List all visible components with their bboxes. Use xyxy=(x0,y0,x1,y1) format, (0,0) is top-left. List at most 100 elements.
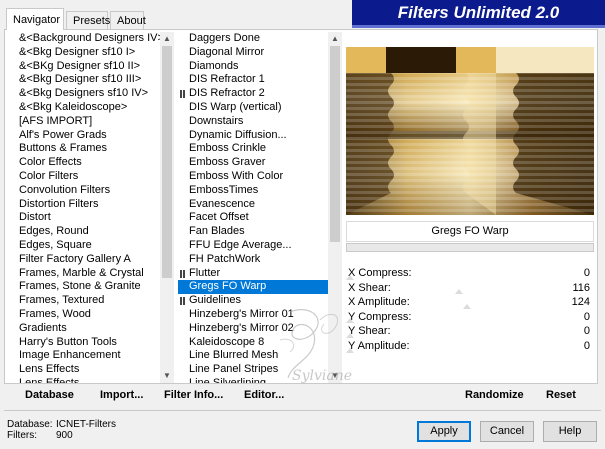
filter-info-button[interactable]: Filter Info... xyxy=(164,389,223,401)
category-list-scrollbar[interactable]: ▲ ▼ xyxy=(160,32,174,383)
category-item[interactable]: &<Bkg Designer sf10 III> xyxy=(11,73,174,87)
filter-item[interactable]: Emboss Crinkle xyxy=(178,142,342,156)
parameter-row[interactable]: Y Compress: 0 xyxy=(346,310,594,325)
parameter-slider[interactable] xyxy=(346,347,594,354)
filter-item-label: DIS Refractor 2 xyxy=(189,87,265,100)
category-item[interactable]: Harry's Button Tools xyxy=(11,336,174,350)
filters-count-value: 900 xyxy=(56,430,73,441)
slider-knob-icon[interactable] xyxy=(462,303,471,309)
category-item[interactable]: &<BKg Designer sf10 II> xyxy=(11,60,174,74)
cancel-button[interactable]: Cancel xyxy=(480,421,534,442)
filter-item[interactable]: Guidelines xyxy=(178,294,342,308)
category-item[interactable]: &<Bkg Designers sf10 IV> xyxy=(11,87,174,101)
category-item[interactable]: Color Effects xyxy=(11,156,174,170)
filter-item[interactable]: Evanescence xyxy=(178,198,342,212)
app-title-banner: Filters Unlimited 2.0 xyxy=(352,0,605,28)
category-item[interactable]: Frames, Textured xyxy=(11,294,174,308)
filter-item[interactable]: Fan Blades xyxy=(178,225,342,239)
filter-item-label: Gregs FO Warp xyxy=(189,280,267,293)
scroll-up-icon[interactable]: ▲ xyxy=(160,32,174,46)
category-item[interactable]: Lens Effects xyxy=(11,377,174,383)
filter-item[interactable]: EmbossTimes xyxy=(178,184,342,198)
filter-item[interactable]: Diamonds xyxy=(178,60,342,74)
filter-item[interactable]: Emboss Graver xyxy=(178,156,342,170)
parameter-row[interactable]: Y Amplitude: 0 xyxy=(346,339,594,354)
database-button[interactable]: Database xyxy=(25,389,74,401)
parameter-row[interactable]: X Amplitude: 124 xyxy=(346,295,594,310)
slider-knob-icon[interactable] xyxy=(346,318,354,324)
filter-item[interactable]: Line Silverlining xyxy=(178,377,342,383)
filter-item[interactable]: DIS Refractor 2 xyxy=(178,87,342,101)
category-item[interactable]: Edges, Square xyxy=(11,239,174,253)
slider-knob-icon[interactable] xyxy=(346,274,354,280)
scroll-thumb[interactable] xyxy=(162,46,172,278)
filter-item[interactable]: Line Blurred Mesh xyxy=(178,349,342,363)
scroll-thumb[interactable] xyxy=(330,46,340,242)
category-item[interactable]: Frames, Wood xyxy=(11,308,174,322)
category-item[interactable]: Alf's Power Grads xyxy=(11,129,174,143)
filter-item[interactable]: Hinzeberg's Mirror 01 xyxy=(178,308,342,322)
filter-item[interactable]: FFU Edge Average... xyxy=(178,239,342,253)
filter-item[interactable]: Line Panel Stripes xyxy=(178,363,342,377)
filter-item[interactable]: Dynamic Diffusion... xyxy=(178,129,342,143)
category-item[interactable]: Gradients xyxy=(11,322,174,336)
category-item[interactable]: Distortion Filters xyxy=(11,198,174,212)
filter-item[interactable]: DIS Refractor 1 xyxy=(178,73,342,87)
category-item[interactable]: [AFS IMPORT] xyxy=(11,115,174,129)
filter-item-label: Flutter xyxy=(189,266,221,279)
filter-group-icon xyxy=(180,297,185,306)
filter-item-label: FFU Edge Average... xyxy=(189,238,292,251)
apply-button[interactable]: Apply xyxy=(417,421,471,442)
filter-item[interactable]: Flutter xyxy=(178,267,342,281)
category-item[interactable]: Lens Effects xyxy=(11,363,174,377)
category-item[interactable]: Convolution Filters xyxy=(11,184,174,198)
filter-group-icon xyxy=(180,90,185,99)
randomize-button[interactable]: Randomize xyxy=(465,389,524,401)
scroll-up-icon[interactable]: ▲ xyxy=(328,32,342,46)
slider-knob-icon[interactable] xyxy=(346,332,354,338)
category-item[interactable]: Buttons & Frames xyxy=(11,142,174,156)
parameter-row[interactable]: X Compress: 0 xyxy=(346,266,594,281)
parameter-row[interactable]: Y Shear: 0 xyxy=(346,324,594,339)
import-button[interactable]: Import... xyxy=(100,389,143,401)
filter-item[interactable]: Daggers Done xyxy=(178,32,342,46)
slider-knob-icon[interactable] xyxy=(346,347,354,353)
database-label: Database: xyxy=(7,419,53,430)
parameter-row[interactable]: X Shear: 116 xyxy=(346,281,594,296)
filter-item[interactable]: Kaleidoscope 8 xyxy=(178,336,342,350)
filter-list-scrollbar[interactable]: ▲ ▼ xyxy=(328,32,342,383)
filter-item[interactable]: DIS Warp (vertical) xyxy=(178,101,342,115)
scroll-down-icon[interactable]: ▼ xyxy=(328,369,342,383)
filter-item-selected[interactable]: Gregs FO Warp xyxy=(178,280,342,295)
filter-item[interactable]: Diagonal Mirror xyxy=(178,46,342,60)
filter-list[interactable]: Daggers Done Diagonal Mirror Diamonds DIS R… xyxy=(178,32,342,383)
filter-item-label: Line Blurred Mesh xyxy=(189,349,279,362)
category-item[interactable]: &<Bkg Designer sf10 I> xyxy=(11,46,174,60)
category-item[interactable]: Image Enhancement xyxy=(11,349,174,363)
filter-item[interactable]: FH PatchWork xyxy=(178,253,342,267)
category-item[interactable]: Distort xyxy=(11,211,174,225)
reset-button[interactable]: Reset xyxy=(546,389,576,401)
category-list[interactable]: &<Background Designers IV> &<Bkg Designer… xyxy=(11,32,174,383)
category-item[interactable]: Filter Factory Gallery A xyxy=(11,253,174,267)
category-item[interactable]: Edges, Round xyxy=(11,225,174,239)
category-item[interactable]: &<Background Designers IV> xyxy=(11,32,174,46)
tab-about[interactable]: About xyxy=(110,11,146,30)
scroll-down-icon[interactable]: ▼ xyxy=(160,369,174,383)
category-item[interactable]: Frames, Stone & Granite xyxy=(11,280,174,294)
category-item[interactable]: Color Filters xyxy=(11,170,174,184)
filter-item[interactable]: Facet Offset xyxy=(178,211,342,225)
help-button[interactable]: Help xyxy=(543,421,597,442)
slider-knob-icon[interactable] xyxy=(455,289,464,295)
filter-item[interactable]: Hinzeberg's Mirror 02 xyxy=(178,322,342,336)
footer-divider xyxy=(4,410,601,411)
filter-item[interactable]: Downstairs xyxy=(178,115,342,129)
filter-item-label: Emboss With Color xyxy=(189,169,284,182)
tab-navigator[interactable]: Navigator xyxy=(6,8,64,30)
filter-item[interactable]: Emboss With Color xyxy=(178,170,342,184)
editor-button[interactable]: Editor... xyxy=(244,389,284,401)
category-item[interactable]: Frames, Marble & Crystal xyxy=(11,267,174,281)
filter-item-label: Kaleidoscope 8 xyxy=(189,335,265,348)
tab-presets[interactable]: Presets xyxy=(66,11,110,30)
category-item[interactable]: &<Bkg Kaleidoscope> xyxy=(11,101,174,115)
